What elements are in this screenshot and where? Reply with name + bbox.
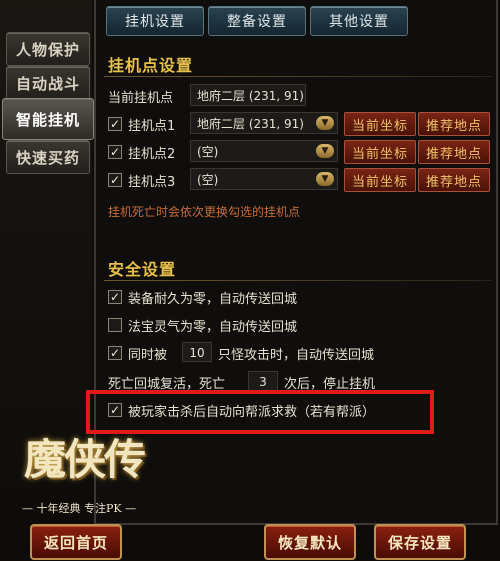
tab-equip-settings[interactable]: 整备设置 (208, 6, 306, 36)
hang-point-1-checkbox[interactable]: ✓ (108, 117, 122, 131)
hang-point-1-label: 挂机点1 (128, 119, 176, 134)
hang-note: 挂机死亡时会依次更换勾选的挂机点 (108, 205, 301, 219)
button-label: 推荐地点 (425, 118, 482, 134)
recommend-location-button-2[interactable]: 推荐地点 (418, 140, 490, 164)
tab-label: 整备设置 (227, 14, 287, 30)
current-hang-label: 当前挂机点 (108, 91, 174, 106)
hang-point-2-checkbox[interactable]: ✓ (108, 145, 122, 159)
hang-point-2-label: 挂机点2 (128, 147, 176, 162)
multi-monster-label-b: 只怪攻击时，自动传送回城 (218, 348, 375, 363)
current-coords-button-3[interactable]: 当前坐标 (344, 168, 416, 192)
logo-subtitle: — 十年经典 专注PK — (22, 502, 137, 515)
death-count-input[interactable]: 3 (248, 371, 278, 391)
tab-label: 快速买药 (15, 148, 80, 167)
button-label: 当前坐标 (351, 118, 408, 134)
hang-section-title: 挂机点设置 (108, 56, 194, 75)
restore-default-button[interactable]: 恢复默认 (264, 524, 356, 560)
button-label: 推荐地点 (425, 146, 482, 162)
tab-label: 智能挂机 (15, 110, 80, 129)
divider (104, 76, 492, 77)
tab-character-protect[interactable]: 人物保护 (6, 32, 90, 66)
chevron-down-icon[interactable]: ▼ (316, 172, 334, 186)
logo-title: 魔侠传 (24, 435, 146, 484)
tab-label: 其他设置 (329, 14, 389, 30)
multi-monster-label-a: 同时被 (128, 348, 168, 363)
hang-point-3-label: 挂机点3 (128, 175, 176, 190)
safety-section-title: 安全设置 (108, 260, 177, 279)
hang-point-3-checkbox[interactable]: ✓ (108, 173, 122, 187)
current-coords-button-1[interactable]: 当前坐标 (344, 112, 416, 136)
monster-count-input[interactable]: 10 (182, 342, 212, 362)
recommend-location-button-1[interactable]: 推荐地点 (418, 112, 490, 136)
tab-auto-battle[interactable]: 自动战斗 (6, 66, 90, 100)
equip-durability-label: 装备耐久为零，自动传送回城 (128, 292, 298, 307)
button-label: 保存设置 (387, 533, 452, 552)
current-hang-value: 地府二层 (231, 91) (190, 84, 306, 106)
recommend-location-button-3[interactable]: 推荐地点 (418, 168, 490, 192)
current-coords-button-2[interactable]: 当前坐标 (344, 140, 416, 164)
equip-durability-checkbox[interactable]: ✓ (108, 290, 122, 304)
tab-quick-buy-potion[interactable]: 快速买药 (6, 140, 90, 174)
back-home-button[interactable]: 返回首页 (30, 524, 122, 560)
tab-label: 人物保护 (15, 40, 80, 59)
tab-smart-hang[interactable]: 智能挂机 (2, 98, 94, 140)
tab-label: 挂机设置 (125, 14, 185, 30)
save-settings-button[interactable]: 保存设置 (374, 524, 466, 560)
magic-spirit-label: 法宝灵气为零，自动传送回城 (128, 320, 298, 335)
button-label: 当前坐标 (351, 146, 408, 162)
button-label: 当前坐标 (351, 174, 408, 190)
game-logo: 魔侠传 — 十年经典 专注PK — (4, 420, 154, 520)
tab-label: 自动战斗 (15, 74, 80, 93)
tab-hang-settings[interactable]: 挂机设置 (106, 6, 204, 36)
button-label: 恢复默认 (277, 533, 342, 552)
button-label: 推荐地点 (425, 174, 482, 190)
chevron-down-icon[interactable]: ▼ (316, 144, 334, 158)
tab-other-settings[interactable]: 其他设置 (310, 6, 408, 36)
chevron-down-icon[interactable]: ▼ (316, 116, 334, 130)
button-label: 返回首页 (43, 533, 108, 552)
divider (104, 280, 492, 281)
magic-spirit-checkbox[interactable] (108, 318, 122, 332)
multi-monster-checkbox[interactable]: ✓ (108, 346, 122, 360)
